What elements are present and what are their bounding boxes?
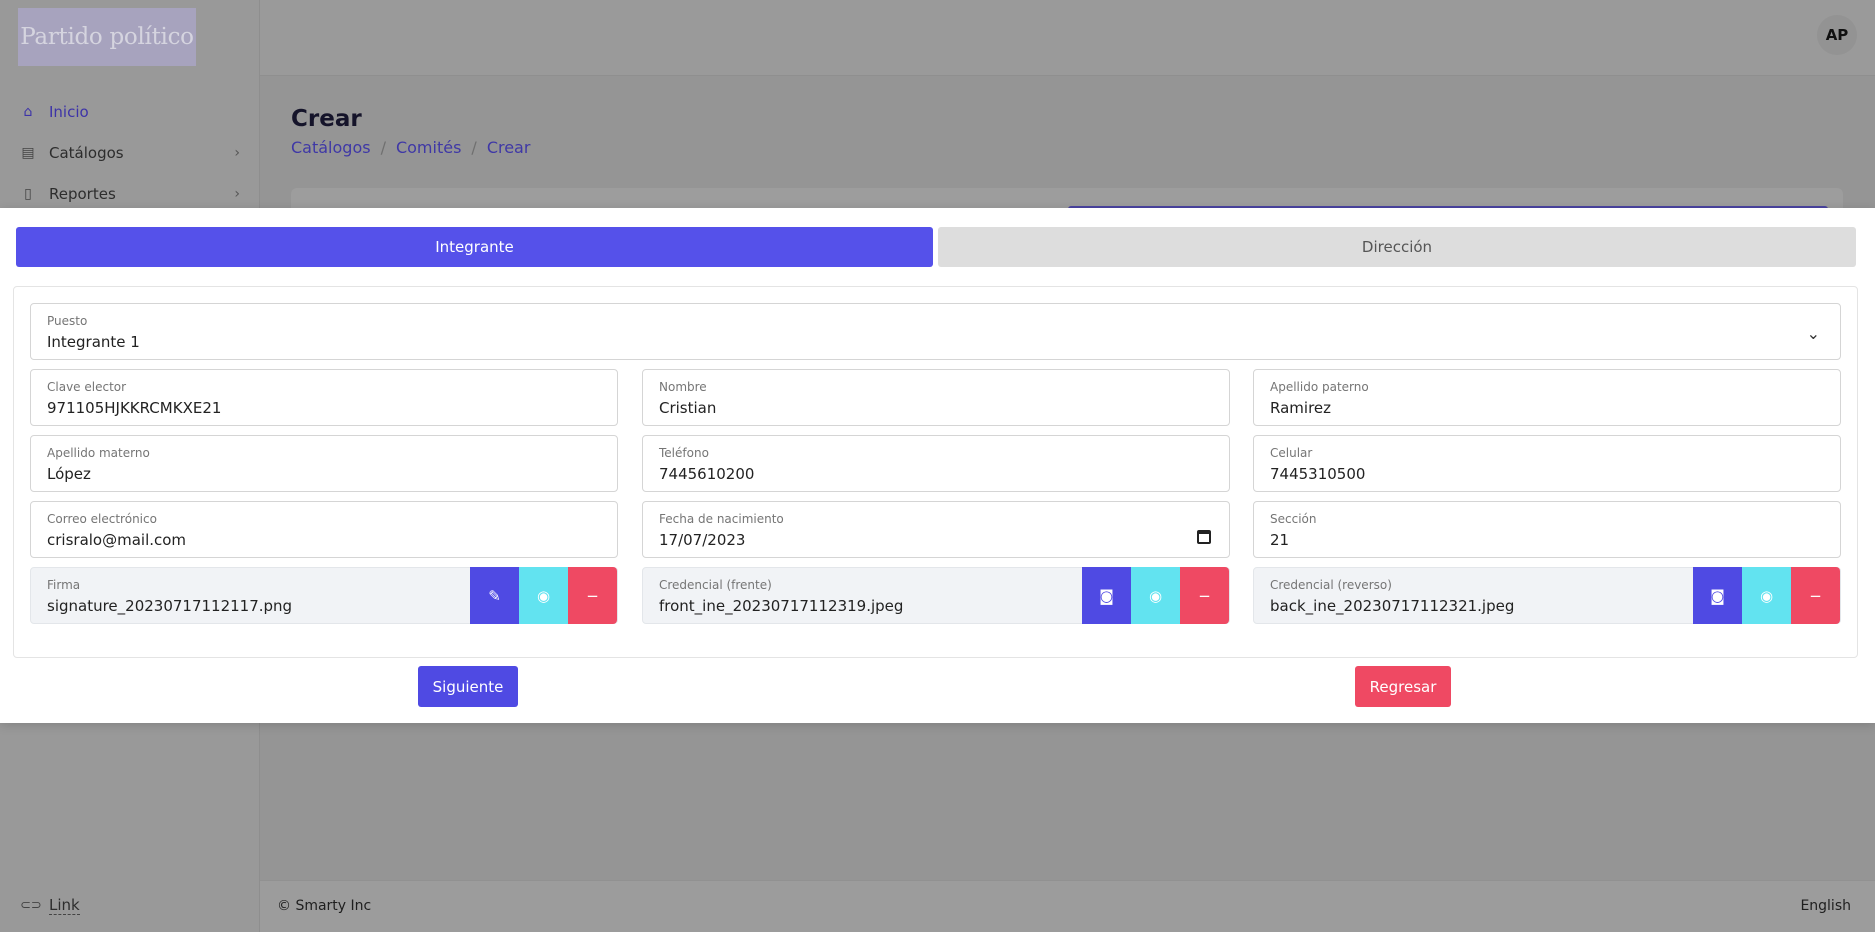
pencil-icon: ✎ — [488, 586, 501, 605]
remove-front-button[interactable]: − — [1180, 567, 1229, 624]
sidebar-item-catalogos[interactable]: ▤ Catálogos › — [20, 141, 240, 165]
view-signature-button[interactable]: ◉ — [519, 567, 568, 624]
chevron-down-icon: ⌄ — [1806, 324, 1820, 343]
tab-direccion[interactable]: Dirección — [938, 227, 1856, 267]
apellido-paterno-field[interactable]: Apellido paterno Ramirez — [1253, 369, 1841, 426]
remove-signature-button[interactable]: − — [568, 567, 617, 624]
breadcrumb-item[interactable]: Crear — [487, 138, 531, 157]
breadcrumb-separator: / — [380, 138, 386, 157]
firma-field: Firma signature_20230717112117.png ✎ ◉ − — [30, 567, 618, 624]
sidebar-item-label: Catálogos — [49, 144, 124, 162]
firma-actions: ✎ ◉ − — [470, 567, 617, 624]
credencial-frente-field: Credencial (frente) front_ine_2023071711… — [642, 567, 1230, 624]
sidebar-item-label: Inicio — [49, 103, 89, 121]
avatar[interactable]: AP — [1817, 15, 1857, 55]
eye-icon: ◉ — [536, 586, 551, 605]
calendar-icon[interactable] — [1197, 530, 1211, 544]
field-label: Teléfono — [659, 446, 709, 460]
field-label: Firma — [47, 578, 81, 592]
credencial-reverso-actions: ◙ ◉ − — [1693, 567, 1840, 624]
page-title: Crear — [291, 106, 362, 132]
telefono-field[interactable]: Teléfono 7445610200 — [642, 435, 1230, 492]
field-value: signature_20230717112117.png — [47, 597, 293, 615]
sidebar-item-label: Reportes — [49, 185, 116, 203]
sidebar-link-label: Link — [49, 896, 80, 915]
next-button[interactable]: Siguiente — [418, 666, 518, 707]
chevron-right-icon: › — [234, 145, 240, 161]
minus-icon: − — [1809, 586, 1822, 605]
minus-icon: − — [1198, 586, 1211, 605]
footer: © Smarty Inc English — [260, 880, 1875, 932]
field-value: back_ine_20230717112321.jpeg — [1270, 597, 1515, 615]
eye-icon: ◉ — [1148, 586, 1163, 605]
remove-back-button[interactable]: − — [1791, 567, 1840, 624]
report-icon: ▯ — [24, 186, 32, 202]
catalog-icon: ▤ — [21, 145, 35, 161]
capture-front-button[interactable]: ◙ — [1082, 567, 1131, 624]
clave-elector-field[interactable]: Clave elector 971105HJKKRCMKXE21 — [30, 369, 618, 426]
create-member-modal: Integrante Dirección Puesto Integrante 1… — [0, 208, 1875, 723]
field-label: Correo electrónico — [47, 512, 157, 526]
credencial-reverso-field: Credencial (reverso) back_ine_2023071711… — [1253, 567, 1841, 624]
field-label: Sección — [1270, 512, 1317, 526]
chevron-right-icon: › — [234, 186, 240, 202]
field-value: López — [47, 465, 91, 483]
copyright-text: © Smarty Inc — [277, 898, 372, 914]
field-label: Credencial (reverso) — [1270, 578, 1392, 592]
breadcrumb-item[interactable]: Comités — [396, 138, 461, 157]
field-label: Nombre — [659, 380, 707, 394]
field-value: crisralo@mail.com — [47, 531, 187, 549]
field-value: 7445310500 — [1270, 465, 1366, 483]
field-label: Apellido paterno — [1270, 380, 1369, 394]
field-value: 21 — [1270, 531, 1290, 549]
breadcrumb: Catálogos / Comités / Crear — [291, 138, 530, 157]
puesto-select[interactable]: Puesto Integrante 1 ⌄ — [30, 303, 1841, 360]
field-label: Celular — [1270, 446, 1313, 460]
field-value: front_ine_20230717112319.jpeg — [659, 597, 904, 615]
field-value: Ramirez — [1270, 399, 1332, 417]
sidebar-item-reportes[interactable]: ▯ Reportes › — [20, 182, 240, 206]
camera-icon: ◙ — [1710, 586, 1725, 605]
view-back-button[interactable]: ◉ — [1742, 567, 1791, 624]
view-front-button[interactable]: ◉ — [1131, 567, 1180, 624]
credencial-frente-actions: ◙ ◉ − — [1082, 567, 1229, 624]
field-value: Cristian — [659, 399, 717, 417]
correo-field[interactable]: Correo electrónico crisralo@mail.com — [30, 501, 618, 558]
field-label: Puesto — [47, 314, 88, 328]
language-selector[interactable]: English — [1800, 898, 1851, 914]
home-icon: ⌂ — [23, 104, 33, 120]
app-logo: Partido político — [18, 8, 196, 66]
field-value: 17/07/2023 — [659, 531, 746, 549]
apellido-materno-field[interactable]: Apellido materno López — [30, 435, 618, 492]
minus-icon: − — [586, 586, 599, 605]
edit-signature-button[interactable]: ✎ — [470, 567, 519, 624]
tab-integrante[interactable]: Integrante — [16, 227, 933, 267]
sidebar-link[interactable]: ⊂⊃ Link — [20, 896, 80, 915]
seccion-field[interactable]: Sección 21 — [1253, 501, 1841, 558]
field-label: Apellido materno — [47, 446, 150, 460]
breadcrumb-item[interactable]: Catálogos — [291, 138, 371, 157]
field-label: Fecha de nacimiento — [659, 512, 784, 526]
back-button[interactable]: Regresar — [1355, 666, 1451, 707]
celular-field[interactable]: Celular 7445310500 — [1253, 435, 1841, 492]
field-value: Integrante 1 — [47, 333, 140, 351]
member-form: Puesto Integrante 1 ⌄ Clave elector 9711… — [13, 286, 1858, 658]
field-value: 7445610200 — [659, 465, 755, 483]
fecha-nacimiento-field[interactable]: Fecha de nacimiento 17/07/2023 — [642, 501, 1230, 558]
nombre-field[interactable]: Nombre Cristian — [642, 369, 1230, 426]
field-label: Credencial (frente) — [659, 578, 772, 592]
topbar: AP — [260, 0, 1875, 76]
field-value: 971105HJKKRCMKXE21 — [47, 399, 222, 417]
eye-icon: ◉ — [1759, 586, 1774, 605]
field-label: Clave elector — [47, 380, 127, 394]
sidebar-item-inicio[interactable]: ⌂ Inicio — [20, 100, 240, 124]
camera-icon: ◙ — [1099, 586, 1114, 605]
breadcrumb-separator: / — [471, 138, 477, 157]
link-icon: ⊂⊃ — [20, 898, 42, 913]
capture-back-button[interactable]: ◙ — [1693, 567, 1742, 624]
